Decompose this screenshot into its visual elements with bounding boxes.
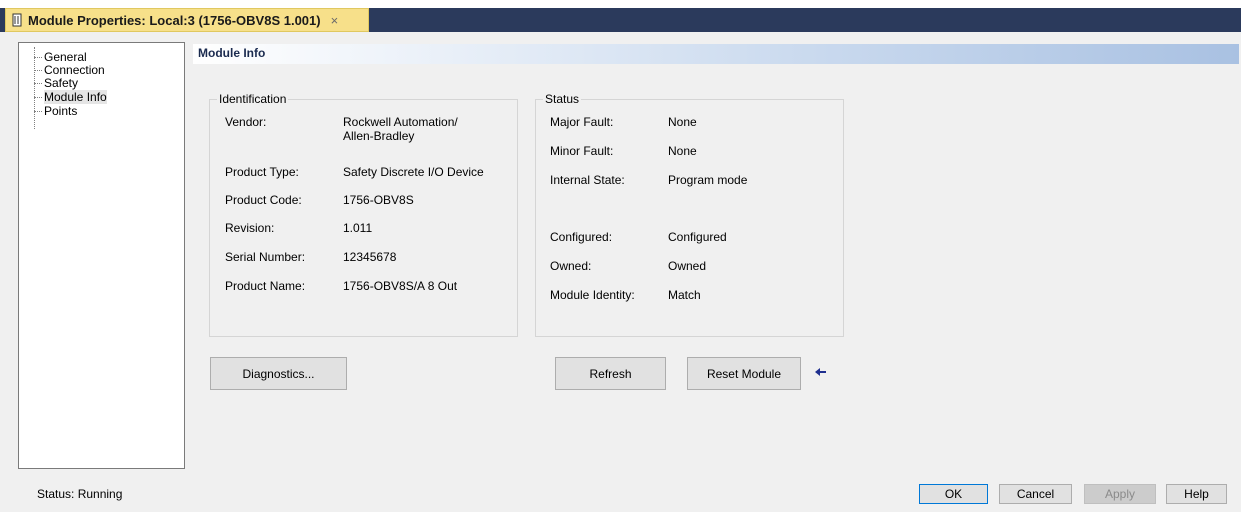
status-text: Status: Running	[37, 487, 123, 501]
product-type-value: Safety Discrete I/O Device	[343, 165, 484, 179]
tree-item-label: Connection	[44, 63, 105, 77]
product-type-label: Product Type:	[225, 165, 299, 179]
tree-item-safety[interactable]: Safety	[34, 77, 78, 90]
major-fault-value: None	[668, 115, 697, 129]
module-properties-dialog: General Connection Safety Module Info Po…	[0, 32, 1241, 512]
tree-item-label: General	[44, 50, 87, 64]
revision-label: Revision:	[225, 221, 275, 235]
tab-title: Module Properties: Local:3 (1756-OBV8S 1…	[28, 12, 321, 28]
section-header: Module Info	[193, 44, 1239, 64]
tree-item-label: Safety	[44, 76, 79, 90]
major-fault-label: Major Fault:	[550, 115, 614, 129]
module-identity-value: Match	[668, 288, 701, 302]
tree-item-label: Module Info	[44, 90, 107, 104]
owned-label: Owned:	[550, 259, 592, 273]
vendor-value: Rockwell Automation/	[343, 115, 458, 129]
tree-item-module-info[interactable]: Module Info	[34, 90, 107, 104]
category-tree: General Connection Safety Module Info Po…	[18, 42, 185, 469]
revision-value: 1.011	[343, 221, 373, 235]
vendor-value-line2: Allen-Bradley	[343, 129, 415, 143]
module-properties-tab[interactable]: Module Properties: Local:3 (1756-OBV8S 1…	[5, 8, 369, 32]
owned-value: Owned	[668, 259, 707, 273]
apply-button[interactable]: Apply	[1084, 484, 1156, 504]
identification-title: Identification	[217, 92, 289, 106]
help-button[interactable]: Help	[1166, 484, 1227, 504]
diagnostics-button[interactable]: Diagnostics...	[210, 357, 347, 390]
internal-state-label: Internal State:	[550, 173, 625, 187]
configured-label: Configured:	[550, 230, 613, 244]
ok-button[interactable]: OK	[919, 484, 988, 504]
product-name-value: 1756-OBV8S/A 8 Out	[343, 279, 458, 293]
refresh-button[interactable]: Refresh	[555, 357, 666, 390]
minor-fault-value: None	[668, 144, 697, 158]
serial-number-value: 12345678	[343, 250, 397, 264]
serial-number-label: Serial Number:	[225, 250, 306, 264]
section-title: Module Info	[198, 46, 266, 60]
internal-state-value: Program mode	[668, 173, 748, 187]
title-bar: Module Properties: Local:3 (1756-OBV8S 1…	[0, 0, 1241, 32]
minor-fault-label: Minor Fault:	[550, 144, 614, 158]
cancel-button[interactable]: Cancel	[999, 484, 1072, 504]
product-code-value: 1756-OBV8S	[343, 193, 414, 207]
tree-item-points[interactable]: Points	[34, 105, 77, 118]
arrow-left-icon	[815, 368, 826, 376]
product-code-label: Product Code:	[225, 193, 302, 207]
close-icon[interactable]: ×	[331, 13, 339, 28]
tree-item-label: Points	[44, 104, 78, 118]
vendor-label: Vendor:	[225, 115, 267, 129]
module-icon	[12, 13, 22, 27]
product-name-label: Product Name:	[225, 279, 306, 293]
module-identity-label: Module Identity:	[550, 288, 635, 302]
configured-value: Configured	[668, 230, 727, 244]
reset-module-button[interactable]: Reset Module	[687, 357, 801, 390]
status-group-title: Status	[543, 92, 582, 106]
